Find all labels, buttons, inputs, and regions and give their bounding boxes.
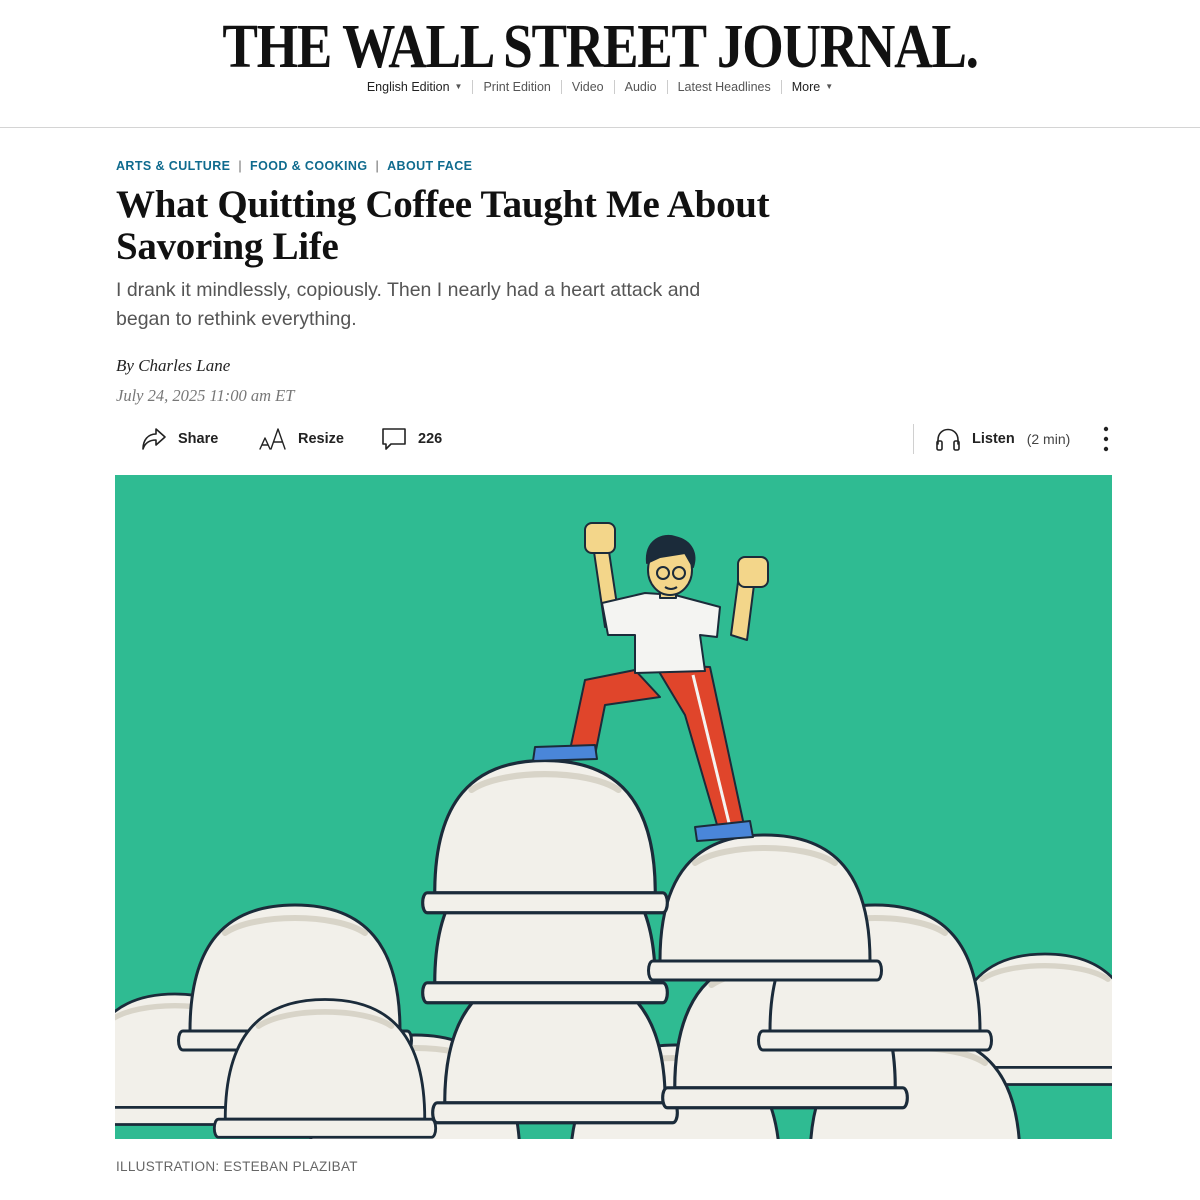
breadcrumb-separator: | [238,159,243,173]
image-caption: ILLUSTRATION: ESTEBAN PLAZIBAT [116,1159,358,1174]
nav-audio[interactable]: Audio [613,80,667,94]
comments-button[interactable]: 226 [380,420,442,458]
breadcrumb-separator: | [375,159,380,173]
hero-illustration [115,475,1112,1139]
article-toolbar: Share Resize 226 Listen (2 min) [116,420,1112,458]
byline: By Charles Lane [116,356,230,376]
nav-english-edition-label: English Edition [366,80,450,94]
comment-bubble-icon [380,426,408,452]
wsj-logo[interactable]: THE WALL STREET JOURNAL. [84,14,1116,80]
comment-count: 226 [418,431,443,447]
article-headline: What Quitting Coffee Taught Me About Sav… [116,183,770,268]
top-nav: English Edition ▼ Print Edition Video Aud… [0,80,1200,94]
caret-down-icon: ▼ [825,82,834,91]
publish-date: July 24, 2025 11:00 am ET [116,386,295,405]
headphones-icon [934,426,962,452]
breadcrumb: ARTS & CULTURE | FOOD & COOKING | ABOUT … [116,159,472,173]
masthead: THE WALL STREET JOURNAL. English Edition… [0,0,1200,128]
nav-english-edition[interactable]: English Edition ▼ [357,80,473,94]
resize-label: Resize [298,431,344,447]
nav-latest-headlines[interactable]: Latest Headlines [666,80,781,94]
toolbar-divider [913,424,914,454]
share-arrow-icon [140,426,168,452]
caret-down-icon: ▼ [454,82,463,91]
breadcrumb-food-cooking[interactable]: FOOD & COOKING [250,159,367,173]
article-dek: I drank it mindlessly, copiously. Then I… [116,279,701,330]
nav-more[interactable]: More ▼ [780,80,843,94]
author-link[interactable]: Charles Lane [138,356,230,375]
byline-prefix: By [116,356,139,375]
breadcrumb-about-face[interactable]: ABOUT FACE [387,159,472,173]
breadcrumb-arts-culture[interactable]: ARTS & CULTURE [116,159,230,173]
nav-video[interactable]: Video [560,80,614,94]
listen-label: Listen [972,431,1015,447]
listen-duration: (2 min) [1026,431,1071,447]
more-options-button[interactable] [1096,420,1116,458]
resize-button[interactable]: Resize [258,420,344,458]
nav-more-label: More [791,80,821,94]
coffee-cups-illustration [115,522,1112,1140]
share-label: Share [178,431,219,447]
resize-text-icon [258,426,288,452]
vertical-ellipsis-icon [1102,425,1110,453]
listen-button[interactable]: Listen (2 min) [934,420,1070,458]
share-button[interactable]: Share [140,420,218,458]
nav-print-edition[interactable]: Print Edition [472,80,560,94]
cup-pile [115,761,1112,1140]
